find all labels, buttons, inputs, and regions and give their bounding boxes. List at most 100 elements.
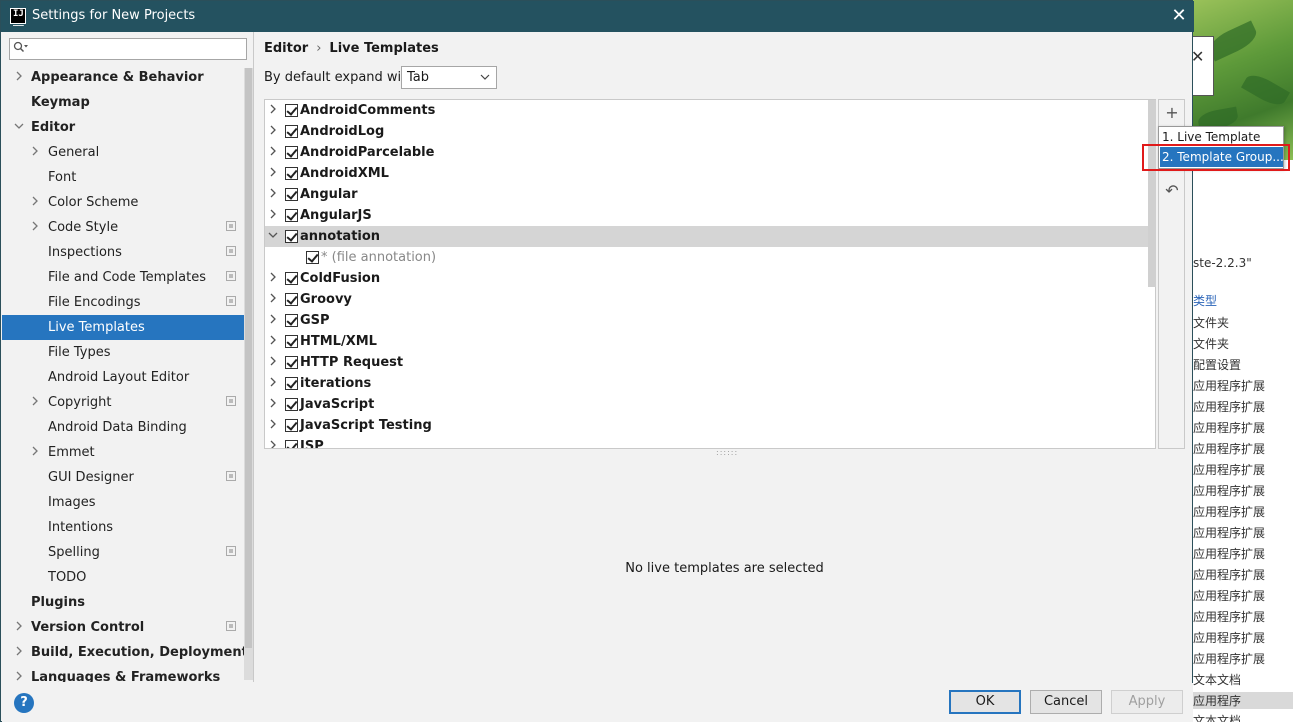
chevron-right-icon[interactable] [268, 394, 280, 415]
sidebar-item[interactable]: Inspections [2, 240, 244, 265]
template-group[interactable]: AndroidLog [265, 121, 1155, 142]
template-group[interactable]: ColdFusion [265, 268, 1155, 289]
template-group[interactable]: GSP [265, 310, 1155, 331]
chevron-right-icon[interactable] [14, 65, 26, 90]
sidebar-item[interactable]: Color Scheme [2, 190, 244, 215]
chevron-right-icon[interactable] [268, 310, 280, 331]
chevron-right-icon[interactable] [268, 373, 280, 394]
sidebar-item[interactable]: File Types [2, 340, 244, 365]
sidebar-scrollbar[interactable] [244, 68, 253, 680]
enabled-checkbox[interactable] [285, 125, 298, 138]
template-group[interactable]: annotation [265, 226, 1155, 247]
chevron-down-icon[interactable] [14, 115, 26, 140]
sidebar-item[interactable]: Plugins [2, 590, 244, 615]
chevron-right-icon[interactable] [268, 415, 280, 436]
chevron-right-icon[interactable] [30, 390, 42, 415]
sidebar-item[interactable]: Code Style [2, 215, 244, 240]
chevron-right-icon[interactable] [268, 331, 280, 352]
expand-with-select[interactable]: Tab [401, 66, 497, 89]
chevron-right-icon[interactable] [30, 440, 42, 465]
enabled-checkbox[interactable] [285, 104, 298, 117]
enabled-checkbox[interactable] [285, 377, 298, 390]
apply-button[interactable]: Apply [1111, 690, 1183, 714]
chevron-right-icon[interactable] [30, 140, 42, 165]
template-group[interactable]: JavaScript Testing [265, 415, 1155, 436]
template-label: AndroidComments [300, 103, 436, 118]
template-group[interactable]: JSP [265, 436, 1155, 448]
template-group[interactable]: HTML/XML [265, 331, 1155, 352]
enabled-checkbox[interactable] [285, 335, 298, 348]
enabled-checkbox[interactable] [285, 356, 298, 369]
chevron-right-icon[interactable] [268, 436, 280, 448]
chevron-right-icon[interactable] [268, 268, 280, 289]
enabled-checkbox[interactable] [285, 314, 298, 327]
chevron-right-icon[interactable] [14, 665, 26, 682]
template-item[interactable]: * (file annotation) [265, 247, 1155, 268]
sidebar-item[interactable]: Appearance & Behavior [2, 65, 244, 90]
sidebar-item[interactable]: TODO [2, 565, 244, 590]
enabled-checkbox[interactable] [285, 419, 298, 432]
chevron-right-icon[interactable] [268, 184, 280, 205]
enabled-checkbox[interactable] [285, 272, 298, 285]
template-group[interactable]: Angular [265, 184, 1155, 205]
sidebar-item[interactable]: Keymap [2, 90, 244, 115]
sidebar-item[interactable]: Images [2, 490, 244, 515]
template-group[interactable]: AngularJS [265, 205, 1155, 226]
chevron-right-icon[interactable] [30, 190, 42, 215]
chevron-right-icon[interactable] [268, 142, 280, 163]
add-icon[interactable]: + [1161, 102, 1183, 124]
sidebar-scrollbar-thumb[interactable] [245, 68, 252, 648]
template-group[interactable]: AndroidParcelable [265, 142, 1155, 163]
sidebar-item[interactable]: Version Control [2, 615, 244, 640]
template-group[interactable]: AndroidComments [265, 100, 1155, 121]
template-group[interactable]: Groovy [265, 289, 1155, 310]
enabled-checkbox[interactable] [285, 188, 298, 201]
chevron-right-icon[interactable] [268, 352, 280, 373]
chevron-right-icon[interactable] [268, 163, 280, 184]
sidebar-item[interactable]: GUI Designer [2, 465, 244, 490]
enabled-checkbox[interactable] [285, 209, 298, 222]
chevron-down-icon[interactable] [268, 226, 280, 247]
sidebar-item[interactable]: Emmet [2, 440, 244, 465]
template-group[interactable]: AndroidXML [265, 163, 1155, 184]
chevron-right-icon[interactable] [14, 615, 26, 640]
enabled-checkbox[interactable] [285, 230, 298, 243]
chevron-right-icon[interactable] [268, 205, 280, 226]
restore-defaults-icon[interactable]: ↶ [1161, 180, 1183, 202]
cancel-button[interactable]: Cancel [1030, 690, 1102, 714]
sidebar-item[interactable]: Font [2, 165, 244, 190]
chevron-right-icon[interactable] [268, 100, 280, 121]
ok-button[interactable]: OK [949, 690, 1021, 714]
sidebar-item[interactable]: Build, Execution, Deployment [2, 640, 248, 665]
sidebar-item[interactable]: File Encodings [2, 290, 244, 315]
sidebar-item[interactable]: Languages & Frameworks [2, 665, 244, 682]
chevron-right-icon[interactable] [268, 289, 280, 310]
sidebar-item[interactable]: Copyright [2, 390, 244, 415]
sidebar-item[interactable]: Editor [2, 115, 244, 140]
template-group[interactable]: JavaScript [265, 394, 1155, 415]
enabled-checkbox[interactable] [285, 440, 298, 448]
sidebar-item[interactable]: Live Templates [2, 315, 244, 340]
enabled-checkbox[interactable] [285, 398, 298, 411]
enabled-checkbox[interactable] [306, 251, 319, 264]
sidebar-item[interactable]: Intentions [2, 515, 244, 540]
enabled-checkbox[interactable] [285, 167, 298, 180]
close-button[interactable]: ✕ [1167, 4, 1191, 28]
templates-scrollbar-thumb[interactable] [1148, 100, 1156, 287]
sidebar-item[interactable]: File and Code Templates [2, 265, 244, 290]
sidebar-item[interactable]: General [2, 140, 244, 165]
sidebar-item[interactable]: Spelling [2, 540, 244, 565]
help-icon[interactable]: ? [14, 693, 34, 713]
sidebar-item[interactable]: Android Layout Editor [2, 365, 244, 390]
template-group[interactable]: iterations [265, 373, 1155, 394]
enabled-checkbox[interactable] [285, 146, 298, 159]
template-group[interactable]: HTTP Request [265, 352, 1155, 373]
sidebar-item[interactable]: Android Data Binding [2, 415, 244, 440]
chevron-right-icon[interactable] [14, 640, 26, 665]
chevron-right-icon[interactable] [30, 215, 42, 240]
chevron-right-icon[interactable] [268, 121, 280, 142]
settings-search-input[interactable] [9, 38, 247, 60]
enabled-checkbox[interactable] [285, 293, 298, 306]
sidebar-item-label: Editor [31, 120, 76, 135]
splitter-handle[interactable]: :::::: [716, 449, 737, 457]
